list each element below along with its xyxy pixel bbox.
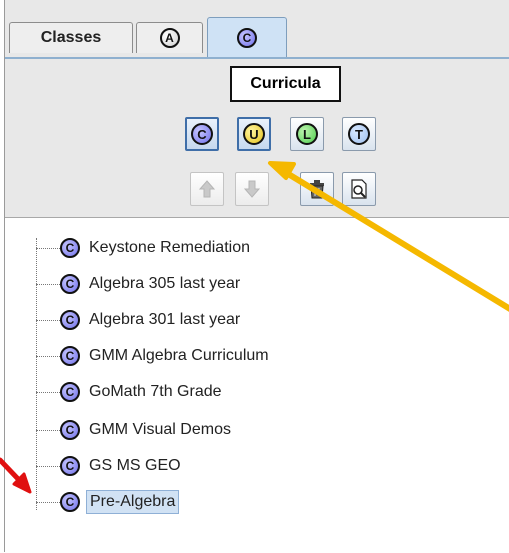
c-circle-icon: C	[60, 382, 80, 402]
tree-item-label: GMM Algebra Curriculum	[89, 347, 269, 364]
l-circle-icon: L	[296, 123, 318, 145]
move-up-button[interactable]	[190, 172, 224, 206]
tree-item-label: Algebra 305 last year	[89, 275, 241, 292]
units-filter-button[interactable]: U	[237, 117, 271, 151]
topics-filter-button[interactable]: T	[342, 117, 376, 151]
tree-item-label: GMM Visual Demos	[89, 421, 231, 438]
delete-button[interactable]	[300, 172, 334, 206]
u-circle-icon: U	[243, 123, 265, 145]
tree-item-selected[interactable]: C Pre-Algebra	[36, 489, 180, 515]
tab-a[interactable]: A	[136, 22, 203, 53]
curricula-filter-button[interactable]: C	[185, 117, 219, 151]
tree-item[interactable]: C GS MS GEO	[36, 453, 184, 479]
arrow-down-icon	[243, 180, 261, 198]
c-circle-icon: C	[60, 456, 80, 476]
arrow-up-icon	[198, 180, 216, 198]
tooltip: Curricula	[230, 66, 341, 102]
c-circle-icon: C	[191, 123, 213, 145]
tree-item-label: Algebra 301 last year	[89, 311, 241, 328]
c-circle-icon: C	[60, 492, 80, 512]
tree-item-label: GS MS GEO	[89, 457, 181, 474]
move-down-button[interactable]	[235, 172, 269, 206]
c-circle-icon: C	[60, 346, 80, 366]
tab-curricula[interactable]: C	[207, 17, 287, 58]
c-circle-icon: C	[60, 420, 80, 440]
a-circle-icon: A	[159, 28, 180, 48]
tree-item[interactable]: C Algebra 301 last year	[36, 307, 243, 333]
tree-item-label: Keystone Remediation	[89, 239, 250, 256]
tab-classes[interactable]: Classes	[9, 22, 133, 53]
tree-item[interactable]: C GoMath 7th Grade	[36, 379, 225, 405]
tree-item-label: Pre-Algebra	[86, 490, 180, 514]
preview-button[interactable]	[342, 172, 376, 206]
trash-icon	[310, 180, 324, 199]
tree-item-label: GoMath 7th Grade	[89, 383, 222, 400]
c-circle-icon: C	[237, 28, 257, 48]
tree-item[interactable]: C Keystone Remediation	[36, 235, 253, 261]
tree-item[interactable]: C GMM Algebra Curriculum	[36, 343, 272, 369]
c-circle-icon: C	[60, 274, 80, 294]
t-circle-icon: T	[348, 123, 370, 145]
tree-item[interactable]: C GMM Visual Demos	[36, 417, 234, 443]
lessons-filter-button[interactable]: L	[290, 117, 324, 151]
tree-item[interactable]: C Algebra 305 last year	[36, 271, 243, 297]
preview-icon	[351, 179, 367, 199]
c-circle-icon: C	[60, 238, 80, 258]
tab-classes-label: Classes	[40, 29, 102, 46]
c-circle-icon: C	[60, 310, 80, 330]
